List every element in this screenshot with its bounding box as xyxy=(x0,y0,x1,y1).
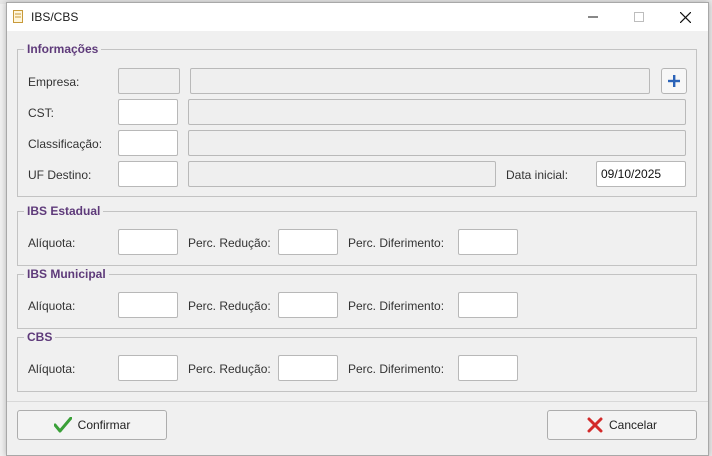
checkmark-icon xyxy=(53,417,72,433)
ibs-estadual-diferimento-field[interactable] xyxy=(458,229,518,255)
add-empresa-button[interactable] xyxy=(661,68,687,94)
empresa-code-field[interactable] xyxy=(118,68,180,94)
uf-destino-code-field[interactable] xyxy=(118,161,178,187)
data-inicial-label: Data inicial: xyxy=(506,168,569,182)
title-bar: IBS/CBS xyxy=(7,3,708,31)
empresa-label: Empresa: xyxy=(28,75,80,89)
ibs-estadual-diferimento-label: Perc. Diferimento: xyxy=(348,236,445,250)
close-icon xyxy=(679,11,691,23)
close-button[interactable] xyxy=(662,3,708,31)
x-icon xyxy=(587,417,603,433)
confirmar-button[interactable]: Confirmar xyxy=(17,410,167,440)
ibs-estadual-group: IBS Estadual Alíquota: Perc. Redução: Pe… xyxy=(17,204,697,266)
ibs-estadual-aliquota-label: Alíquota: xyxy=(28,236,76,250)
cbs-aliquota-label: Alíquota: xyxy=(28,362,76,376)
ibs-municipal-group: IBS Municipal Alíquota: Perc. Redução: P… xyxy=(17,267,697,329)
cbs-group: CBS Alíquota: Perc. Redução: Perc. Difer… xyxy=(17,330,697,392)
cbs-reducao-label: Perc. Redução: xyxy=(188,362,271,376)
cancelar-button[interactable]: Cancelar xyxy=(547,410,697,440)
minimize-icon xyxy=(588,16,598,18)
ibs-estadual-reducao-label: Perc. Redução: xyxy=(188,236,271,250)
plus-icon xyxy=(668,75,680,87)
cst-desc-field xyxy=(188,99,686,125)
maximize-button[interactable] xyxy=(616,3,662,31)
ibs-cbs-dialog: IBS/CBS Informações Empresa: CST: Classi… xyxy=(6,2,709,456)
empresa-name-field xyxy=(190,68,650,94)
cst-code-field[interactable] xyxy=(118,99,178,125)
minimize-button[interactable] xyxy=(570,3,616,31)
window-title: IBS/CBS xyxy=(31,10,79,24)
confirmar-label: Confirmar xyxy=(77,418,131,432)
cst-label: CST: xyxy=(28,106,55,120)
ibs-municipal-aliquota-label: Alíquota: xyxy=(28,299,76,313)
ibs-municipal-reducao-field[interactable] xyxy=(278,292,338,318)
cbs-diferimento-field[interactable] xyxy=(458,355,518,381)
informacoes-group: Informações Empresa: CST: Classificação:… xyxy=(17,42,697,197)
classificacao-desc-field xyxy=(188,130,686,156)
ibs-municipal-legend: IBS Municipal xyxy=(24,267,109,281)
cbs-reducao-field[interactable] xyxy=(278,355,338,381)
cbs-legend: CBS xyxy=(24,330,56,344)
dialog-content: Informações Empresa: CST: Classificação:… xyxy=(7,31,708,455)
uf-destino-label: UF Destino: xyxy=(28,168,92,182)
informacoes-legend: Informações xyxy=(24,42,102,56)
ibs-estadual-legend: IBS Estadual xyxy=(24,204,104,218)
cancelar-label: Cancelar xyxy=(608,418,658,432)
cbs-diferimento-label: Perc. Diferimento: xyxy=(348,362,445,376)
ibs-municipal-reducao-label: Perc. Redução: xyxy=(188,299,271,313)
ibs-municipal-diferimento-label: Perc. Diferimento: xyxy=(348,299,445,313)
maximize-icon xyxy=(634,12,644,22)
ibs-municipal-aliquota-field[interactable] xyxy=(118,292,178,318)
classificacao-label: Classificação: xyxy=(28,137,103,151)
classificacao-code-field[interactable] xyxy=(118,130,178,156)
ibs-municipal-diferimento-field[interactable] xyxy=(458,292,518,318)
data-inicial-field[interactable]: 09/10/2025 xyxy=(596,161,686,187)
cbs-aliquota-field[interactable] xyxy=(118,355,178,381)
footer-divider xyxy=(7,401,708,402)
ibs-estadual-aliquota-field[interactable] xyxy=(118,229,178,255)
uf-destino-desc-field xyxy=(188,161,496,187)
ibs-estadual-reducao-field[interactable] xyxy=(278,229,338,255)
document-icon xyxy=(13,10,23,23)
